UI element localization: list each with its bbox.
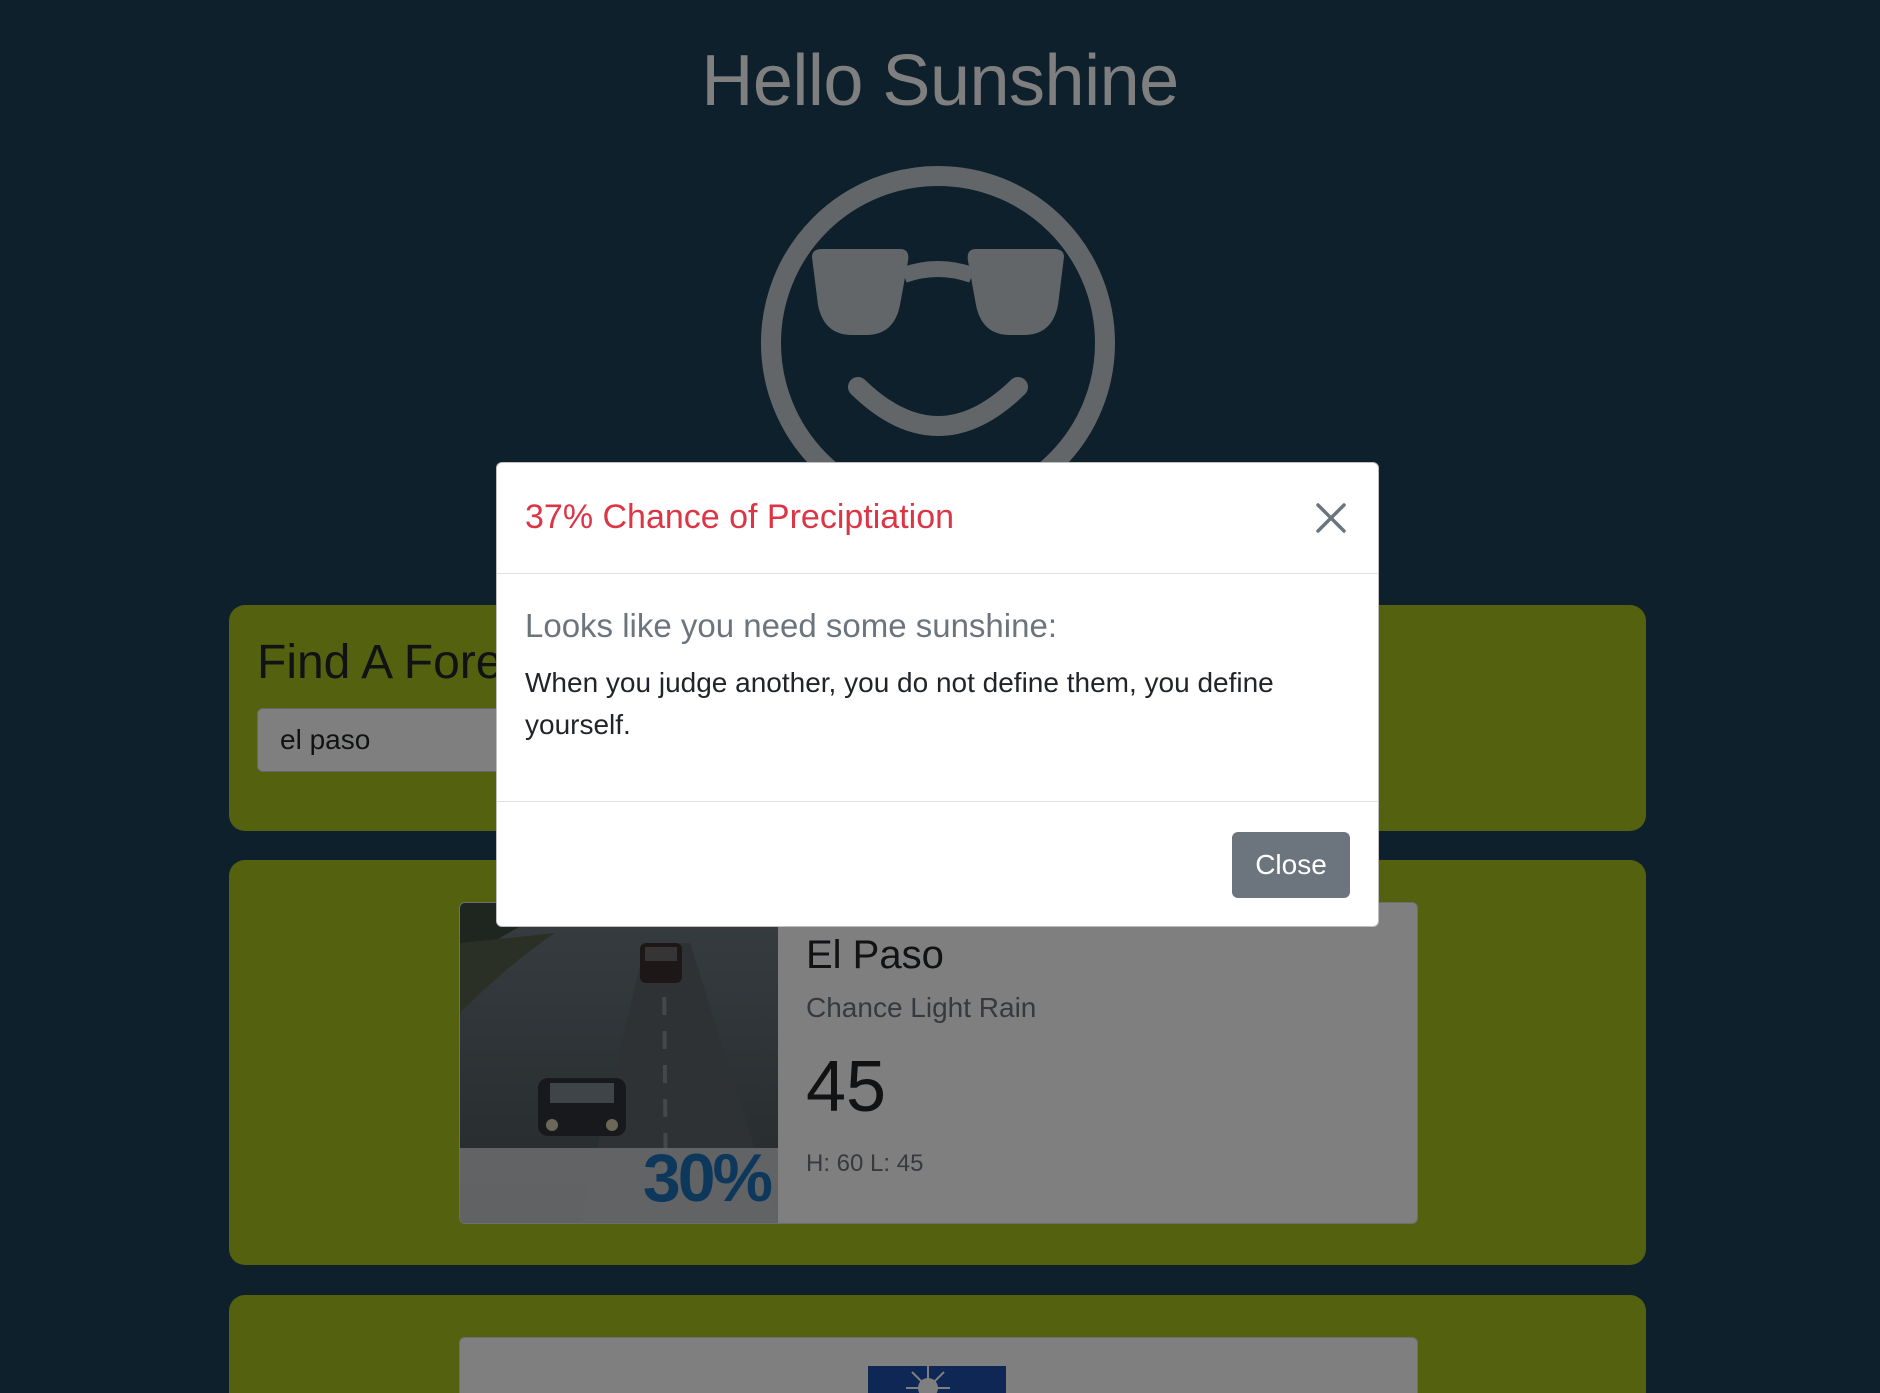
modal-subtitle: Looks like you need some sunshine: [525, 607, 1057, 644]
modal-body: Looks like you need some sunshine: When … [497, 574, 1378, 802]
precipitation-modal: 37% Chance of Preciptiation Looks like y… [496, 462, 1379, 927]
modal-title: 37% Chance of Preciptiation [525, 498, 955, 536]
sunshine-quote: When you judge another, you do not defin… [525, 667, 1274, 740]
close-button[interactable]: Close [1232, 832, 1350, 898]
modal-header: 37% Chance of Preciptiation [497, 463, 1378, 574]
close-icon[interactable] [1312, 499, 1350, 537]
page: Hello Sunshine Find A Forecast [0, 0, 1880, 1393]
